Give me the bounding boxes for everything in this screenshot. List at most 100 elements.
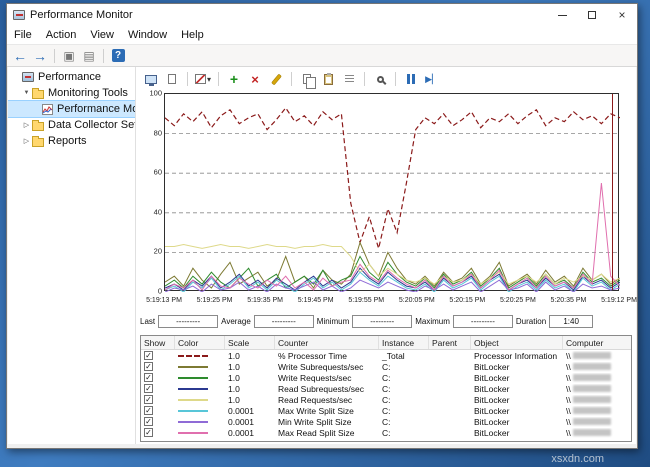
maximize-button[interactable] (577, 4, 607, 26)
view-log-icon[interactable] (163, 70, 181, 88)
computer-cell: \\ (566, 372, 571, 383)
counter-legend: Show Color Scale Counter Instance Parent Objec… (140, 335, 632, 442)
tree-item-label: Monitoring Tools (48, 87, 128, 99)
folder-icon (32, 119, 44, 131)
minimize-button[interactable] (547, 4, 577, 26)
object-cell: Processor Information (474, 350, 558, 361)
add-counter-icon[interactable]: + (225, 70, 243, 88)
stat-value-minimum: --------- (352, 314, 413, 328)
console-content: Performance ▼ Monitoring Tools Performance … (8, 67, 637, 444)
redacted-computer-name (572, 418, 611, 425)
stat-value-maximum: --------- (452, 314, 513, 328)
freeze-icon[interactable] (402, 70, 420, 88)
toolbar-separator (395, 72, 396, 86)
tree-item-performance[interactable]: Performance (8, 69, 135, 85)
column-header-show[interactable]: Show (141, 336, 175, 349)
x-tick-label: 5:19:45 PM (297, 297, 334, 304)
show-checkbox[interactable]: ✓ (144, 428, 153, 437)
stat-label-duration: Duration (515, 316, 547, 326)
menu-file[interactable]: File (7, 27, 39, 43)
tree-item-performance-monitor[interactable]: Performance Monitor (8, 100, 135, 118)
show-checkbox[interactable]: ✓ (144, 417, 153, 426)
counter-row-processor-time[interactable]: ✓ 1.0 % Processor Time _Total Processor Info… (141, 350, 631, 361)
list-icon[interactable]: ▤ (80, 47, 98, 65)
menu-window[interactable]: Window (121, 27, 174, 43)
stats-bar: Last --------- Average --------- Minimum ----… (136, 311, 636, 331)
menu-action[interactable]: Action (39, 27, 84, 43)
x-tick-label: 5:19:35 PM (247, 297, 284, 304)
counter-row-read-subrequests-sec[interactable]: ✓ 1.0 Read Subrequests/sec C: BitLocker \\ (141, 383, 631, 394)
stat-value-last: --------- (158, 314, 219, 328)
folder-icon (32, 87, 44, 99)
column-header-parent[interactable]: Parent (429, 336, 471, 349)
legend-rows: ✓ 1.0 % Processor Time _Total Processor Info… (141, 350, 631, 438)
back-arrow-icon[interactable]: ← (11, 47, 29, 65)
show-checkbox[interactable]: ✓ (144, 406, 153, 415)
x-tick-label: 5:19:12 PM (601, 297, 637, 304)
expanded-arrow-icon: ▼ (23, 90, 30, 96)
collapsed-arrow-icon: ▷ (23, 122, 30, 129)
menu-bar: File Action View Window Help (7, 26, 637, 44)
copy-icon[interactable] (298, 70, 316, 89)
x-tick-label: 5:20:35 PM (550, 297, 587, 304)
object-cell: BitLocker (474, 383, 510, 394)
update-icon[interactable]: ▶▏ (423, 70, 441, 88)
app-icon (13, 10, 25, 20)
object-cell: BitLocker (474, 416, 510, 427)
column-header-computer[interactable]: Computer (563, 336, 631, 349)
counter-row-max-read-split-size[interactable]: ✓ 0.0001 Max Read Split Size C: BitLocker \\ (141, 427, 631, 438)
zoom-icon[interactable] (371, 70, 389, 88)
instance-cell: C: (382, 383, 391, 394)
show-checkbox[interactable]: ✓ (144, 395, 153, 404)
properties-icon[interactable] (340, 70, 358, 88)
menu-view[interactable]: View (83, 27, 121, 43)
column-header-color[interactable]: Color (175, 336, 225, 349)
counter-row-min-write-split-size[interactable]: ✓ 0.0001 Min Write Split Size C: BitLocker \\ (141, 416, 631, 427)
console-tree: Performance ▼ Monitoring Tools Performance … (8, 67, 136, 444)
show-checkbox[interactable]: ✓ (144, 362, 153, 371)
y-tick-label: 20 (153, 246, 162, 256)
counter-row-max-write-split-size[interactable]: ✓ 0.0001 Max Write Split Size C: BitLocker \\ (141, 405, 631, 416)
toolbar-separator (187, 72, 188, 86)
counter-row-write-subrequests-sec[interactable]: ✓ 1.0 Write Subrequests/sec C: BitLocker \\ (141, 361, 631, 372)
close-button[interactable]: × (607, 4, 637, 26)
show-checkbox[interactable]: ✓ (144, 384, 153, 393)
counter-row-read-requests-sec[interactable]: ✓ 1.0 Read Requests/sec C: BitLocker \\ (141, 394, 631, 405)
tree-item-data-collector-sets[interactable]: ▷ Data Collector Sets (8, 117, 135, 133)
x-tick-label: 5:19:25 PM (196, 297, 233, 304)
help-icon[interactable]: ? (109, 47, 127, 65)
column-header-counter[interactable]: Counter (275, 336, 379, 349)
paste-icon[interactable] (319, 70, 337, 88)
counter-cell: Read Subrequests/sec (278, 383, 364, 394)
stat-value-average: --------- (253, 314, 314, 328)
toolbar-separator (54, 48, 55, 63)
window-icon[interactable]: ▣ (60, 47, 78, 65)
chart-canvas (165, 106, 620, 292)
computer-cell: \\ (566, 427, 571, 438)
delete-counter-icon[interactable]: × (246, 70, 264, 88)
column-header-instance[interactable]: Instance (379, 336, 429, 349)
counter-row-write-requests-sec[interactable]: ✓ 1.0 Write Requests/sec C: BitLocker \\ (141, 372, 631, 383)
show-checkbox[interactable]: ✓ (144, 351, 153, 360)
instance-cell: _Total (382, 350, 405, 361)
column-header-object[interactable]: Object (471, 336, 563, 349)
legend-header: Show Color Scale Counter Instance Parent Objec… (141, 336, 631, 350)
color-sample (178, 409, 208, 412)
x-tick-label: 5:19:13 PM (146, 297, 182, 304)
show-checkbox[interactable]: ✓ (144, 373, 153, 382)
x-tick-label: 5:20:15 PM (449, 297, 486, 304)
column-header-scale[interactable]: Scale (225, 336, 275, 349)
toolbar-separator (218, 72, 219, 86)
instance-cell: C: (382, 361, 391, 372)
graph-type-dropdown[interactable]: ▾ (194, 70, 212, 88)
view-current-icon[interactable] (142, 70, 160, 88)
tree-item-label: Performance Monitor (57, 103, 135, 115)
forward-arrow-icon[interactable]: → (31, 47, 49, 65)
menu-help[interactable]: Help (174, 27, 211, 43)
console-icon (22, 72, 34, 82)
tree-item-reports[interactable]: ▷ Reports (8, 133, 135, 149)
tree-item-monitoring-tools[interactable]: ▼ Monitoring Tools (8, 85, 135, 101)
redacted-computer-name (572, 352, 611, 359)
highlight-icon[interactable] (267, 70, 285, 88)
color-sample (178, 376, 208, 379)
